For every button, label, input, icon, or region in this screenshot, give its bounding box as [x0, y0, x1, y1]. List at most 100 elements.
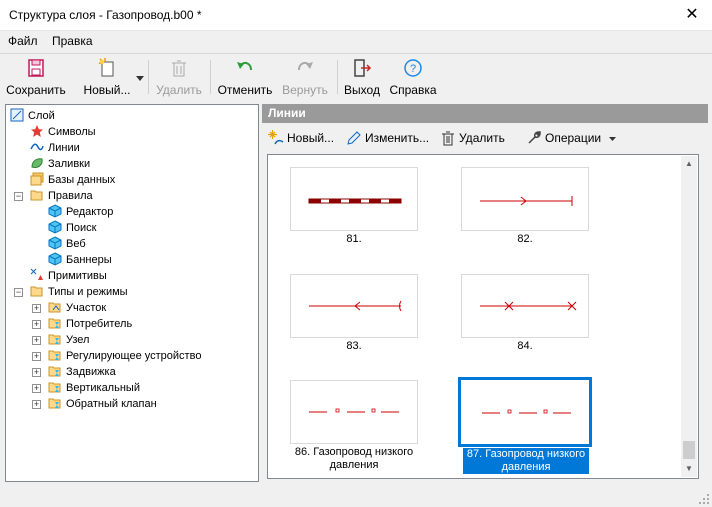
panel-operations-label: Операции: [545, 131, 602, 145]
exit-icon: [354, 59, 372, 77]
help-label: Справка: [389, 83, 437, 97]
panel-new-button[interactable]: Новый...: [268, 130, 334, 146]
tree-label: Слой: [28, 110, 55, 122]
tree-item-rules[interactable]: Правила: [30, 188, 93, 204]
folder-open-icon: [30, 286, 43, 297]
tree-item-type[interactable]: Регулирующее устройство: [48, 348, 201, 364]
tree-item-symbols[interactable]: Символы: [30, 124, 96, 140]
tree-item-type[interactable]: Потребитель: [48, 316, 132, 332]
toolbar: Сохранить Новый... Удалить Отменить Верн: [0, 53, 712, 99]
tree-item-type[interactable]: Обратный клапан: [48, 396, 157, 412]
menu-file[interactable]: Файл: [8, 34, 38, 48]
panel-toolbar: Новый... Изменить... Удалить Операции: [262, 126, 708, 150]
tree-item-rule[interactable]: Редактор: [48, 204, 113, 220]
cube-icon: [48, 252, 62, 266]
tree-label: Редактор: [66, 206, 114, 218]
line-preview: [458, 377, 592, 447]
scroll-down-icon[interactable]: ▼: [681, 461, 697, 477]
layer-tree[interactable]: Слой Символы Линии Заливки Базы данных −…: [5, 104, 259, 482]
tree-item-rule[interactable]: Баннеры: [48, 252, 112, 268]
tree-item-databases[interactable]: Базы данных: [30, 172, 115, 188]
tree-item-type[interactable]: Задвижка: [48, 364, 116, 380]
status-bar: [0, 486, 712, 507]
help-button[interactable]: ? Справка: [386, 56, 440, 98]
line-caption: 86. Газопровод низкого давления: [294, 446, 414, 471]
tree-item-root[interactable]: Слой: [10, 108, 55, 124]
panel-delete-label: Удалить: [459, 131, 505, 145]
tree-label: Примитивы: [48, 270, 107, 282]
delete-button[interactable]: Удалить: [152, 56, 206, 98]
chevron-down-icon: [136, 76, 144, 81]
collapse-icon[interactable]: −: [14, 288, 23, 297]
scroll-up-icon[interactable]: ▲: [681, 156, 697, 172]
expand-icon[interactable]: +: [32, 352, 41, 361]
tree-label: Линии: [48, 142, 80, 154]
exit-button[interactable]: Выход: [341, 56, 383, 98]
expand-icon[interactable]: +: [32, 320, 41, 329]
expand-icon[interactable]: +: [32, 336, 41, 345]
tree-item-primitives[interactable]: Примитивы: [30, 268, 107, 284]
expand-icon[interactable]: +: [32, 400, 41, 409]
tree-label: Узел: [66, 334, 90, 346]
tree-item-fills[interactable]: Заливки: [30, 156, 90, 172]
title-bar: Структура слоя - Газопровод.b00 * ✕: [0, 0, 712, 31]
folder-type-icon: [48, 382, 61, 393]
expand-icon[interactable]: +: [32, 304, 41, 313]
expand-icon[interactable]: +: [32, 368, 41, 377]
tree-item-type[interactable]: Узел: [48, 332, 89, 348]
save-label: Сохранить: [6, 83, 66, 97]
line-styles-grid[interactable]: 81. 82. 83. 84. 86. Газопровод низкого д…: [267, 154, 699, 479]
tree-item-type[interactable]: Вертикальный: [48, 380, 140, 396]
resize-grip-icon[interactable]: [698, 493, 710, 505]
tree-label: Веб: [66, 238, 86, 250]
panel-operations-button[interactable]: Операции: [526, 130, 617, 146]
scrollbar-thumb[interactable]: [683, 441, 695, 459]
line-preview: [290, 167, 418, 231]
panel-new-label: Новый...: [287, 131, 335, 145]
menu-bar: Файл Правка: [0, 32, 712, 52]
collapse-icon[interactable]: −: [14, 192, 23, 201]
line-preview: [461, 167, 589, 231]
tree-item-types[interactable]: Типы и режимы: [30, 284, 128, 300]
line-caption: 83.: [346, 340, 362, 352]
svg-text:?: ?: [410, 63, 416, 75]
cube-icon: [48, 220, 62, 234]
tree-item-rule[interactable]: Веб: [48, 236, 86, 252]
tree-item-type[interactable]: Участок: [48, 300, 106, 316]
folder-type-icon: [48, 366, 61, 377]
star-icon: [31, 125, 43, 137]
new-button[interactable]: Новый...: [78, 56, 136, 98]
undo-icon: [237, 61, 252, 71]
folder-type-icon: [48, 398, 61, 409]
tree-label: Поиск: [66, 222, 97, 234]
menu-edit[interactable]: Правка: [52, 34, 93, 48]
tree-item-lines[interactable]: Линии: [30, 140, 80, 156]
cube-icon: [48, 204, 62, 218]
folder-open-icon: [30, 190, 43, 201]
undo-label: Отменить: [217, 83, 273, 97]
line-preview: [290, 380, 418, 444]
wave-line-icon: [30, 143, 44, 151]
sparkle-icon: [268, 130, 284, 145]
line-caption: 82.: [517, 233, 533, 245]
toolbar-separator: [148, 60, 149, 94]
save-button[interactable]: Сохранить: [3, 56, 69, 98]
panel-edit-button[interactable]: Изменить...: [346, 130, 429, 146]
delete-label: Удалить: [156, 83, 202, 97]
panel-delete-button[interactable]: Удалить: [440, 130, 505, 146]
new-label: Новый...: [83, 83, 131, 97]
expand-icon[interactable]: +: [32, 384, 41, 393]
redo-button[interactable]: Вернуть: [278, 56, 332, 98]
undo-button[interactable]: Отменить: [214, 56, 276, 98]
line-preview: [461, 274, 589, 338]
new-dropdown[interactable]: [135, 56, 145, 98]
tree-item-rule[interactable]: Поиск: [48, 220, 96, 236]
window-title: Структура слоя - Газопровод.b00 *: [9, 8, 202, 22]
folder-type-icon: [48, 350, 61, 361]
panel-edit-label: Изменить...: [365, 131, 430, 145]
tree-label: Типы и режимы: [48, 286, 128, 298]
close-icon[interactable]: ✕: [682, 5, 702, 25]
line-caption: 81.: [346, 233, 362, 245]
vertical-scrollbar[interactable]: ▲ ▼: [681, 156, 697, 477]
tree-label: Потребитель: [66, 318, 133, 330]
